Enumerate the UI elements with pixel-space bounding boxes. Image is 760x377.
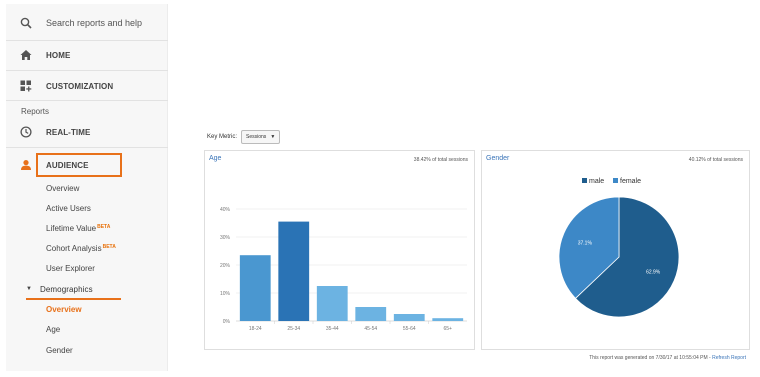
legend-label-female: female [620,178,641,185]
audience-item-lifetime-value[interactable]: Lifetime ValueBETA [46,224,110,233]
audience-highlight-box [36,153,122,177]
nav-label-realtime: REAL-TIME [46,127,91,137]
key-metric-label: Key Metric: [207,134,238,140]
clock-icon [18,124,34,140]
x-tick-label: 65+ [444,326,453,332]
demographics-underline [26,298,121,300]
y-tick-label: 10% [220,291,231,297]
divider [6,100,168,101]
nav-item-home[interactable]: HOME [6,43,168,67]
slice-label-female: 37.1% [578,240,593,246]
demographics-item-overview[interactable]: Overview [46,305,82,314]
bar-45-54[interactable] [355,307,387,321]
bar-18-24[interactable] [239,255,271,321]
divider [6,70,168,71]
bar-35-44[interactable] [316,286,348,321]
nav-item-realtime[interactable]: REAL-TIME [6,121,168,143]
report-generated-text: This report was generated on 7/30/17 at … [589,355,711,361]
audience-item-active-users[interactable]: Active Users [46,204,91,213]
x-tick-label: 55-64 [403,326,416,332]
left-nav-sidebar: Search reports and help HOME CUSTOMIZATI… [6,4,168,371]
legend-label-male: male [589,178,604,185]
ga-audience-page: { "sidebar": { "search_placeholder": "Se… [0,0,760,377]
key-metric-control: Key Metric: Sessions ▼ [207,130,281,144]
x-tick-label: 45-54 [364,326,377,332]
bar-25-34[interactable] [278,221,310,321]
audience-item-overview[interactable]: Overview [46,184,79,193]
slice-label-male: 62.9% [646,270,661,276]
search-placeholder: Search reports and help [46,18,143,28]
demographics-item-age[interactable]: Age [46,325,60,334]
y-tick-label: 40% [220,207,231,213]
y-tick-label: 0% [223,319,231,325]
lifetime-value-label: Lifetime Value [46,224,97,233]
beta-badge: BETA [102,244,116,250]
demographics-label: Demographics [39,284,93,294]
divider [6,147,168,148]
gender-panel: Gender 40.12% of total sessions male fema… [481,150,750,350]
person-icon [18,157,34,173]
cohort-analysis-label: Cohort Analysis [46,244,102,253]
age-panel: Age 38.42% of total sessions 0% 10% 20% 30%… [204,150,475,350]
age-bar-chart: 0% 10% 20% 30% 40% 18-24 25-34 35-44 45-54 55-64 6… [220,207,467,332]
key-metric-value: Sessions [246,134,267,140]
report-footer: This report was generated on 7/30/17 at … [589,355,746,361]
audience-item-user-explorer[interactable]: User Explorer [46,264,95,273]
search-icon [18,15,34,31]
bar-55-64[interactable] [393,314,425,321]
x-tick-label: 35-44 [326,326,339,332]
beta-badge: BETA [97,224,111,230]
demographics-item-gender[interactable]: Gender [46,346,73,355]
nav-label-customization: CUSTOMIZATION [46,81,114,91]
nav-label-home: HOME [46,50,71,60]
x-tick-label: 18-24 [249,326,262,332]
caret-down-icon: ▼ [26,286,32,292]
bar-65+[interactable] [432,318,464,321]
dashboard-plus-icon [18,78,34,94]
gender-pie-chart: male female 62.9% 37.1% [558,178,680,318]
audience-item-cohort-analysis[interactable]: Cohort AnalysisBETA [46,244,116,253]
reports-heading: Reports [21,107,50,116]
legend-swatch-male [582,178,587,183]
key-metric-select[interactable]: Sessions ▼ [241,130,281,144]
legend-swatch-female [613,178,618,183]
y-tick-label: 20% [220,263,231,269]
home-icon [18,47,34,63]
divider [6,40,168,41]
nav-item-customization[interactable]: CUSTOMIZATION [6,74,168,98]
x-tick-label: 25-34 [287,326,300,332]
search-box[interactable]: Search reports and help [6,10,168,36]
nav-item-demographics[interactable]: ▼ Demographics [6,282,168,296]
refresh-report-link[interactable]: Refresh Report [712,355,746,361]
y-tick-label: 30% [220,235,231,241]
caret-down-icon: ▼ [270,134,276,140]
